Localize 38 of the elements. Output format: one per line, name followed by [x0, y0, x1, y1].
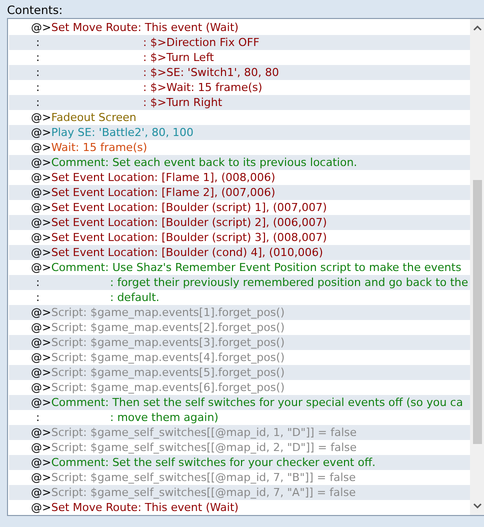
command-row[interactable]: @>Set Event Location: [Flame 2], (007,006) — [9, 185, 470, 200]
command-row[interactable]: @>Set Event Location: [Boulder (script) 1], (007,007) — [9, 200, 470, 215]
command-row[interactable]: @>Set Move Route: This event (Wait) — [9, 20, 470, 35]
command-row[interactable]: @>Script: $game_self_switches[[@map_id, 1, "D"]] = false — [9, 425, 470, 440]
command-row[interactable]: @>Script: $game_self_switches[[@map_id, 7, "B"]] = false — [9, 470, 470, 485]
command-row[interactable]: @>Script: $game_map.events[4].forget_pos() — [9, 350, 470, 365]
command-row[interactable]: @>Script: $game_map.events[6].forget_pos() — [9, 380, 470, 395]
scrollbar[interactable] — [470, 19, 484, 515]
command-row[interactable]: : : $>Direction Fix OFF — [9, 35, 470, 50]
command-row[interactable]: @>Fadeout Screen — [9, 110, 470, 125]
command-row[interactable]: @>Play SE: 'Battle2', 80, 100 — [9, 125, 470, 140]
command-row[interactable]: @>Script: $game_map.events[5].forget_pos() — [9, 365, 470, 380]
command-row[interactable]: : : default. — [9, 290, 470, 305]
command-row[interactable]: @>Script: $game_map.events[3].forget_pos() — [9, 335, 470, 350]
command-row[interactable]: : : move them again) — [9, 410, 470, 425]
command-row[interactable]: @>Set Event Location: [Boulder (script) 2], (006,007) — [9, 215, 470, 230]
command-row[interactable]: @>Script: $game_map.events[2].forget_pos() — [9, 320, 470, 335]
command-row[interactable]: @>Script: $game_self_switches[[@map_id, 7, "A"]] = false — [9, 485, 470, 500]
command-row[interactable]: @>Comment: Set each event back to its previous location. — [9, 155, 470, 170]
command-row[interactable]: @>Set Event Location: [Boulder (cond) 4], (010,006) — [9, 245, 470, 260]
command-row[interactable]: @>Comment: Use Shaz's Remember Event Position script to make the events — [9, 260, 470, 275]
command-row[interactable]: @>Set Move Route: This event (Wait) — [9, 500, 470, 515]
command-row[interactable]: @>Comment: Set the self switches for your checker event off. — [9, 455, 470, 470]
command-row[interactable]: @>Wait: 15 frame(s) — [9, 140, 470, 155]
command-row[interactable]: @>Script: $game_map.events[1].forget_pos() — [9, 305, 470, 320]
scrollbar-thumb[interactable] — [472, 180, 482, 444]
command-row[interactable]: @>Comment: Then set the self switches for your special events off (so you ca — [9, 395, 470, 410]
command-row[interactable]: : : $>SE: 'Switch1', 80, 80 — [9, 65, 470, 80]
scroll-down-icon[interactable] — [472, 503, 482, 509]
command-row[interactable]: @>Set Event Location: [Flame 1], (008,006) — [9, 170, 470, 185]
contents-label: Contents: — [7, 3, 64, 18]
command-row[interactable]: @>Script: $game_self_switches[[@map_id, 2, "D"]] = false — [9, 440, 470, 455]
command-row[interactable]: : : forget their previously remembered position and go back to the — [9, 275, 470, 290]
scroll-up-icon[interactable] — [472, 25, 482, 31]
command-row[interactable]: @>Set Event Location: [Boulder (script) 3], (008,007) — [9, 230, 470, 245]
command-row[interactable]: : : $>Turn Right — [9, 95, 470, 110]
command-row[interactable]: : : $>Turn Left — [9, 50, 470, 65]
command-row[interactable]: : : $>Wait: 15 frame(s) — [9, 80, 470, 95]
